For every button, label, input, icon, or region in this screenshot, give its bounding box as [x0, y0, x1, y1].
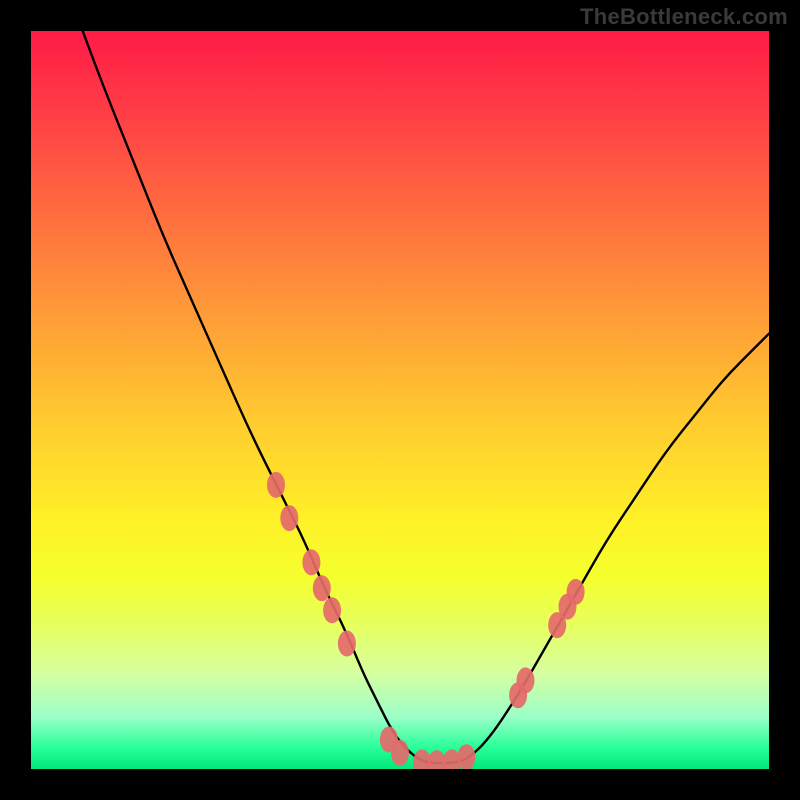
data-point: [302, 549, 320, 575]
watermark-text: TheBottleneck.com: [580, 4, 788, 30]
dots-layer: [31, 31, 769, 769]
data-point: [280, 505, 298, 531]
data-point: [391, 740, 409, 766]
data-point: [267, 472, 285, 498]
data-point: [457, 744, 475, 769]
data-point: [338, 631, 356, 657]
data-point: [313, 575, 331, 601]
data-points-group: [267, 472, 585, 769]
data-point: [567, 579, 585, 605]
plot-area: [31, 31, 769, 769]
data-point: [323, 597, 341, 623]
chart-frame: TheBottleneck.com: [0, 0, 800, 800]
data-point: [517, 667, 535, 693]
